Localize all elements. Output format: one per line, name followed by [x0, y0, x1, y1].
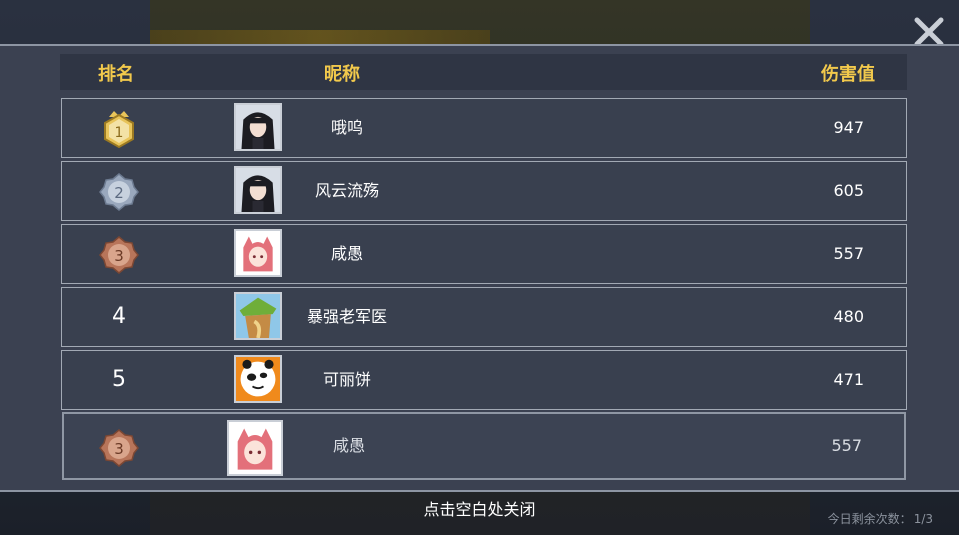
- damage-value: 471: [833, 370, 864, 389]
- remaining-attempts-value: 1/3: [913, 512, 933, 526]
- close-hint[interactable]: 点击空白处关闭: [0, 496, 959, 520]
- rank-number: 4: [112, 304, 126, 329]
- svg-text:2: 2: [114, 184, 124, 202]
- player-nickname: 风云流殇: [314, 181, 379, 200]
- remaining-attempts: 今日剩余次数： 1/3: [826, 510, 933, 527]
- leaderboard-row: 3 咸愚 557: [61, 224, 907, 284]
- rank-column-header: 排名: [98, 64, 134, 85]
- damage-value: 605: [833, 181, 864, 200]
- damage-value: 557: [833, 244, 864, 263]
- player-nickname: 咸愚: [330, 244, 363, 263]
- leaderboard-row: 5 可丽饼 471: [61, 350, 907, 410]
- silver-badge-icon: 2: [99, 173, 139, 211]
- damage-value: 947: [833, 118, 864, 137]
- leaderboard-row: 2 风云流殇 605: [61, 161, 907, 221]
- svg-text:3: 3: [114, 440, 124, 458]
- player-nickname: 暴强老军医: [306, 307, 387, 326]
- svg-text:3: 3: [114, 247, 124, 265]
- leaderboard-panel: 排名 昵称 伤害值 1 哦呜 947 2 风云流殇 605 3 咸愚 557 4…: [0, 44, 959, 492]
- remaining-attempts-label: 今日剩余次数：: [827, 512, 912, 526]
- svg-text:1: 1: [115, 125, 124, 141]
- damage-value: 480: [833, 307, 864, 326]
- bronze-badge-icon: 3: [99, 429, 139, 467]
- gold-crown-badge-icon: 1: [104, 111, 134, 149]
- leaderboard-row: 1 哦呜 947: [61, 98, 907, 158]
- leaderboard-row: 4 暴强老军医 480: [61, 287, 907, 347]
- my-rank-row: 3 咸愚 557: [62, 412, 906, 480]
- bronze-badge-icon: 3: [99, 236, 139, 274]
- damage-value: 557: [831, 436, 862, 455]
- rank-number: 5: [112, 367, 126, 392]
- player-nickname: 咸愚: [332, 436, 365, 455]
- player-nickname: 哦呜: [330, 118, 363, 137]
- leaderboard-header: 排名 昵称 伤害值: [60, 54, 907, 90]
- damage-column-header: 伤害值: [821, 64, 875, 85]
- nickname-column-header: 昵称: [324, 64, 360, 85]
- player-nickname: 可丽饼: [322, 370, 371, 389]
